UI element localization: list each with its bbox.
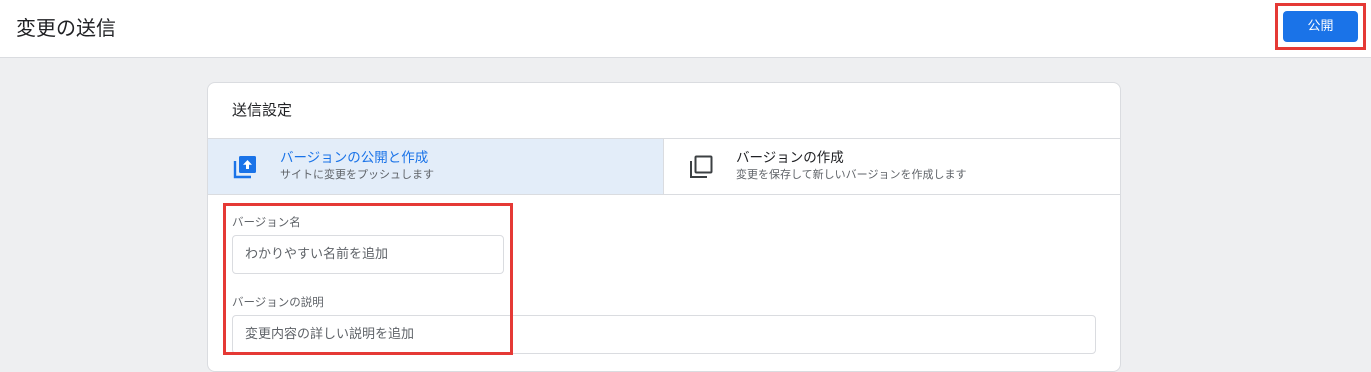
version-name-label: バージョン名 — [232, 215, 301, 229]
submission-options: バージョンの公開と作成 サイトに変更をプッシュします バージョンの作成 変更を保… — [208, 138, 1120, 195]
option-title: バージョンの公開と作成 — [280, 150, 429, 166]
option-subtitle: サイトに変更をプッシュします — [280, 168, 434, 181]
version-name-input[interactable] — [232, 235, 504, 274]
publish-upload-icon — [233, 156, 256, 179]
option-title: バージョンの作成 — [736, 150, 844, 166]
publish-button-highlight: 公開 — [1275, 3, 1366, 50]
copy-stack-icon — [690, 155, 713, 178]
option-subtitle: 変更を保存して新しいバージョンを作成します — [736, 168, 967, 181]
version-description-input[interactable] — [232, 315, 1096, 354]
top-header: 変更の送信 公開 — [0, 0, 1371, 58]
option-publish-and-create[interactable]: バージョンの公開と作成 サイトに変更をプッシュします — [208, 139, 664, 194]
card-title: 送信設定 — [232, 101, 293, 119]
page-title: 変更の送信 — [16, 16, 116, 40]
option-create-version[interactable]: バージョンの作成 変更を保存して新しいバージョンを作成します — [664, 139, 1120, 194]
publish-button[interactable]: 公開 — [1283, 11, 1358, 42]
version-description-label: バージョンの説明 — [232, 295, 324, 309]
